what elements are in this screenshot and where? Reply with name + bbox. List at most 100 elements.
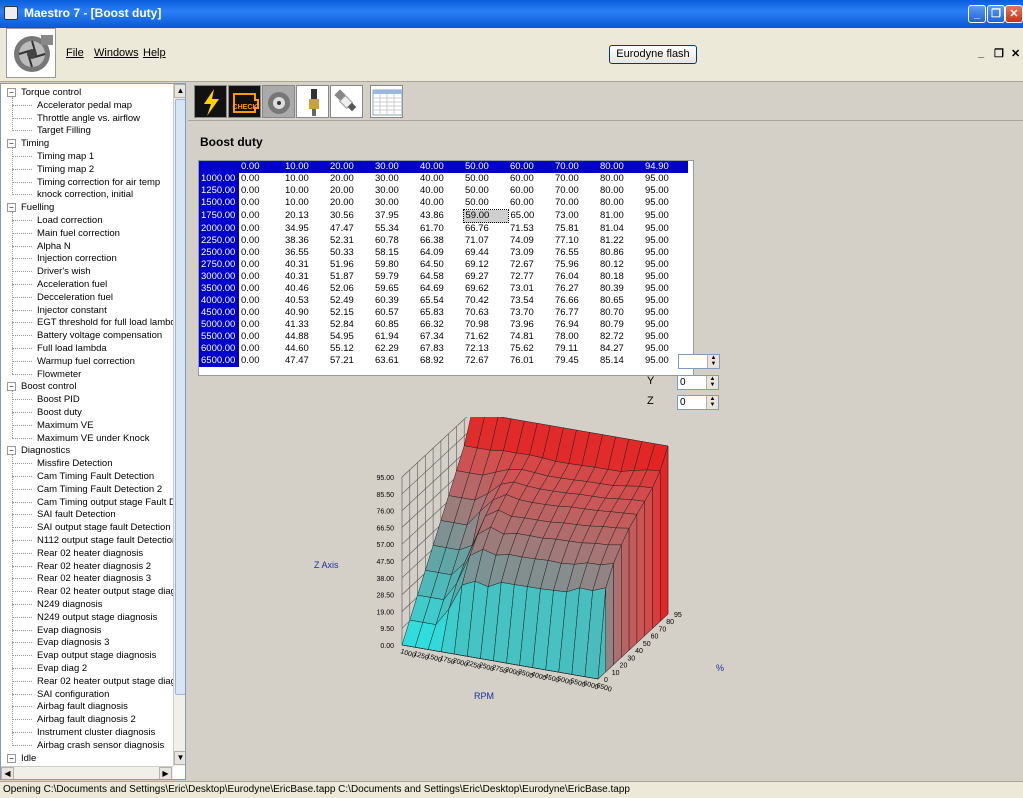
grid-cell[interactable]: 60.00: [508, 185, 553, 197]
grid-cell[interactable]: 0.00: [239, 271, 283, 283]
grid-cell[interactable]: 60.39: [373, 295, 418, 307]
grid-cell[interactable]: 76.55: [553, 247, 598, 259]
grid-cell[interactable]: 72.77: [508, 271, 553, 283]
rotation-y-field[interactable]: 0 ▲ ▼: [677, 375, 719, 390]
grid-cell[interactable]: 70.63: [463, 307, 508, 319]
grid-cell[interactable]: 80.79: [598, 319, 643, 331]
tree-vertical-scrollbar[interactable]: ▲ ▼: [173, 84, 185, 766]
grid-cell[interactable]: 52.06: [328, 283, 373, 295]
menu-windows[interactable]: Windows: [94, 47, 139, 59]
grid-cell[interactable]: 66.38: [418, 235, 463, 247]
grid-cell[interactable]: 63.61: [373, 355, 418, 367]
collapse-icon[interactable]: −: [7, 139, 16, 149]
grid-cell[interactable]: 95.00: [643, 223, 688, 236]
grid-cell[interactable]: 30.56: [328, 210, 373, 223]
grid-cell[interactable]: 76.04: [553, 271, 598, 283]
column-header[interactable]: 50.00: [463, 161, 508, 173]
grid-cell[interactable]: 59.80: [373, 259, 418, 271]
grid-cell[interactable]: 40.00: [418, 197, 463, 210]
grid-cell[interactable]: 76.27: [553, 283, 598, 295]
grid-cell[interactable]: 66.76: [463, 223, 508, 236]
grid-cell[interactable]: 52.84: [328, 319, 373, 331]
check-engine-icon[interactable]: CHECK: [228, 85, 261, 118]
grid-cell[interactable]: 0.00: [239, 185, 283, 197]
grid-cell[interactable]: 75.62: [508, 343, 553, 355]
grid-cell[interactable]: 60.85: [373, 319, 418, 331]
grid-cell[interactable]: 40.31: [283, 271, 328, 283]
grid-cell[interactable]: 47.47: [328, 223, 373, 236]
grid-cell[interactable]: 95.00: [643, 210, 688, 223]
column-header[interactable]: 10.00: [283, 161, 328, 173]
map-grid[interactable]: 0.00 10.00 20.00 30.00 40.00 50.00 60.00 70.00 8…: [199, 161, 688, 367]
grid-cell[interactable]: 60.78: [373, 235, 418, 247]
row-header[interactable]: 3500.00: [199, 283, 239, 295]
grid-cell[interactable]: 82.72: [598, 331, 643, 343]
close-icon[interactable]: ✕: [1005, 5, 1023, 23]
row-header[interactable]: 6500.00: [199, 355, 239, 367]
grid-cell[interactable]: 0.00: [239, 235, 283, 247]
collapse-icon[interactable]: −: [7, 88, 16, 97]
grid-cell[interactable]: 0.00: [239, 343, 283, 355]
grid-cell[interactable]: 95.00: [643, 235, 688, 247]
rotation-z-field[interactable]: 0 ▲ ▼: [677, 395, 719, 410]
grid-cell[interactable]: 60.57: [373, 307, 418, 319]
grid-cell[interactable]: 76.66: [553, 295, 598, 307]
mdi-restore-icon[interactable]: ❐: [994, 47, 1004, 60]
grid-cell[interactable]: 71.53: [508, 223, 553, 236]
grid-cell[interactable]: 40.31: [283, 259, 328, 271]
row-header[interactable]: 2750.00: [199, 259, 239, 271]
grid-cell[interactable]: 70.98: [463, 319, 508, 331]
grid-cell[interactable]: 81.04: [598, 223, 643, 236]
grid-cell[interactable]: 95.00: [643, 247, 688, 259]
grid-cell[interactable]: 72.67: [508, 259, 553, 271]
grid-cell[interactable]: 44.60: [283, 343, 328, 355]
row-header[interactable]: 1500.00: [199, 197, 239, 210]
grid-cell[interactable]: 70.00: [553, 185, 598, 197]
grid-cell[interactable]: 79.45: [553, 355, 598, 367]
grid-cell[interactable]: 20.13: [283, 210, 328, 223]
row-header[interactable]: 3000.00: [199, 271, 239, 283]
grid-cell[interactable]: 73.70: [508, 307, 553, 319]
grid-cell[interactable]: 0.00: [239, 283, 283, 295]
grid-cell[interactable]: 76.77: [553, 307, 598, 319]
grid-cell[interactable]: 61.70: [418, 223, 463, 236]
grid-cell[interactable]: 51.87: [328, 271, 373, 283]
grid-cell[interactable]: 57.21: [328, 355, 373, 367]
scroll-down-icon[interactable]: ▼: [174, 751, 185, 765]
grid-cell[interactable]: 59.00: [462, 209, 509, 223]
row-header[interactable]: 1000.00: [199, 173, 239, 185]
grid-cell[interactable]: 64.69: [418, 283, 463, 295]
grid-cell[interactable]: 80.86: [598, 247, 643, 259]
column-header[interactable]: 0.00: [239, 161, 283, 173]
menu-file[interactable]: File: [66, 47, 84, 59]
grid-cell[interactable]: 0.00: [239, 307, 283, 319]
grid-cell[interactable]: 71.07: [463, 235, 508, 247]
grid-cell[interactable]: 55.12: [328, 343, 373, 355]
lightning-icon[interactable]: [194, 85, 227, 118]
grid-cell[interactable]: 80.00: [598, 185, 643, 197]
grid-cell[interactable]: 73.09: [508, 247, 553, 259]
grid-cell[interactable]: 95.00: [643, 307, 688, 319]
grid-cell[interactable]: 80.65: [598, 295, 643, 307]
row-header[interactable]: 6000.00: [199, 343, 239, 355]
grid-cell[interactable]: 95.00: [643, 259, 688, 271]
column-header[interactable]: 20.00: [328, 161, 373, 173]
grid-cell[interactable]: 80.00: [598, 173, 643, 185]
grid-cell[interactable]: 79.11: [553, 343, 598, 355]
eurodyne-flash-button[interactable]: Eurodyne flash: [609, 45, 697, 64]
column-header[interactable]: 70.00: [553, 161, 598, 173]
grid-cell[interactable]: 44.88: [283, 331, 328, 343]
grid-cell[interactable]: 50.00: [463, 197, 508, 210]
grid-cell[interactable]: 80.70: [598, 307, 643, 319]
grid-cell[interactable]: 0.00: [239, 259, 283, 271]
grid-cell[interactable]: 51.96: [328, 259, 373, 271]
grid-cell[interactable]: 69.12: [463, 259, 508, 271]
table-window-icon[interactable]: [370, 85, 403, 118]
grid-cell[interactable]: 30.00: [373, 197, 418, 210]
grid-cell[interactable]: 69.62: [463, 283, 508, 295]
minimize-icon[interactable]: _: [968, 5, 986, 23]
grid-cell[interactable]: 10.00: [283, 185, 328, 197]
grid-cell[interactable]: 34.95: [283, 223, 328, 236]
spin-down-icon[interactable]: ▼: [707, 361, 719, 368]
row-header[interactable]: 5500.00: [199, 331, 239, 343]
